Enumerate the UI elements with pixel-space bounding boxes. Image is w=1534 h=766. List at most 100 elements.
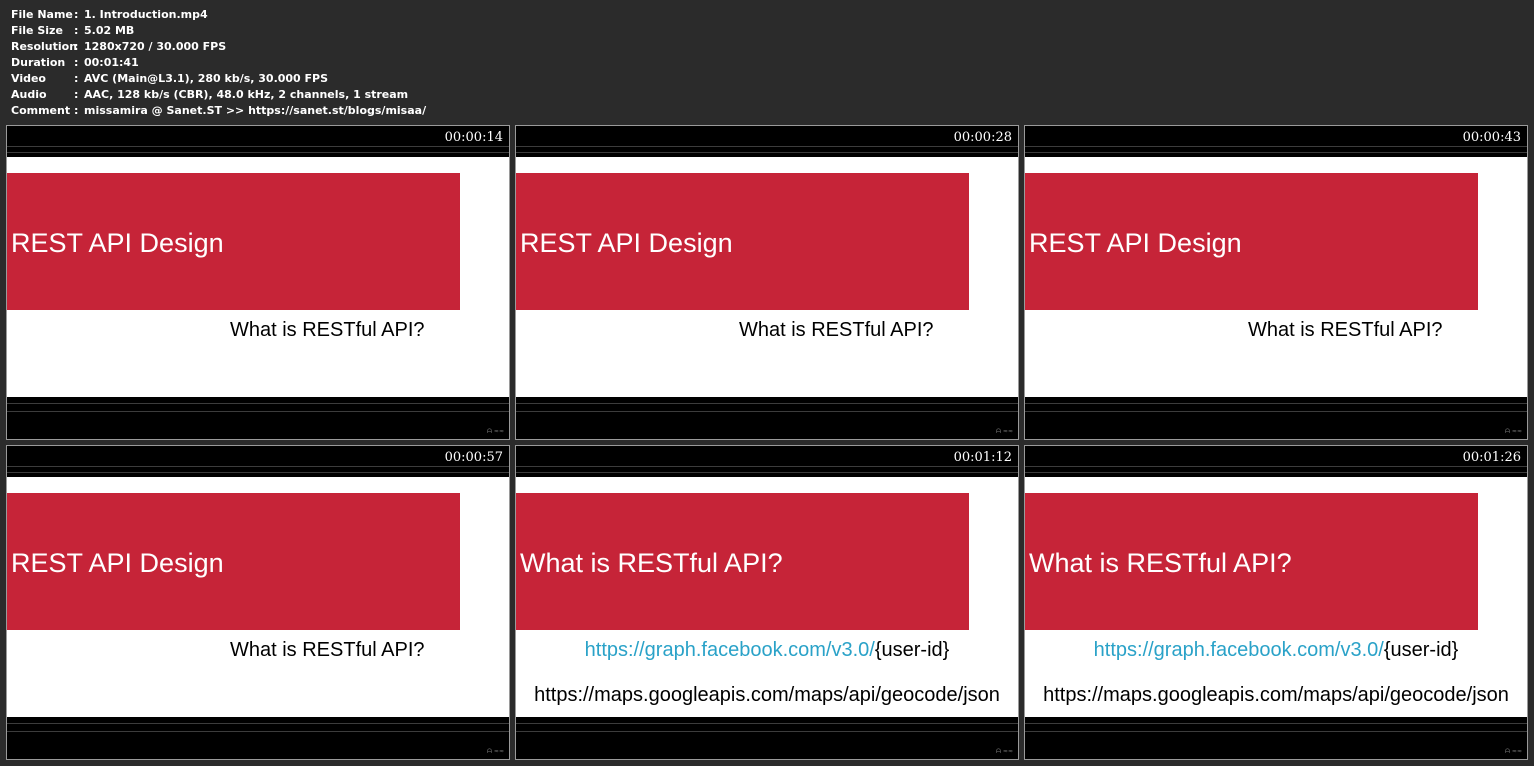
facebook-url-link: https://graph.facebook.com/v3.0/	[1093, 639, 1384, 661]
info-separator: :	[74, 72, 79, 85]
slide: What is RESTful API? https://graph.faceb…	[1025, 477, 1527, 717]
letterbox-bottom: ᗩ ≈≈	[1025, 397, 1527, 439]
slide: REST API Design What is RESTful API?	[7, 477, 509, 717]
info-separator: :	[74, 40, 79, 53]
divider	[7, 466, 509, 467]
divider	[516, 731, 1018, 732]
banner-title: REST API Design	[11, 548, 224, 578]
divider	[516, 472, 1018, 473]
letterbox-bottom: ᗩ ≈≈	[7, 717, 509, 759]
slide-subtitle: What is RESTful API?	[739, 319, 934, 341]
udemy-logo-icon: ᗩ ≈≈	[996, 748, 1013, 755]
divider	[516, 403, 1018, 404]
divider	[7, 731, 509, 732]
timestamp: 00:01:12	[953, 450, 1012, 465]
info-key: Duration	[11, 56, 66, 69]
user-id-param: {user-id}	[1383, 639, 1459, 661]
banner-title: REST API Design	[11, 228, 224, 258]
timestamp: 00:01:26	[1462, 450, 1521, 465]
thumbnail-3: 00:00:43 REST API Design What is RESTful…	[1024, 125, 1528, 440]
facebook-url-link: https://graph.facebook.com/v3.0/	[584, 639, 875, 661]
info-row-audio: Audio : AAC, 128 kb/s (CBR), 48.0 kHz, 2…	[11, 87, 426, 103]
banner-title: What is RESTful API?	[1029, 548, 1292, 578]
thumbnail-2: 00:00:28 REST API Design What is RESTful…	[515, 125, 1019, 440]
divider	[1025, 411, 1527, 412]
divider	[516, 723, 1018, 724]
divider	[516, 146, 1018, 147]
slide-banner: REST API Design	[7, 493, 460, 630]
info-key: Comment	[11, 104, 71, 117]
divider	[7, 146, 509, 147]
info-row-resolution: Resolution : 1280x720 / 30.000 FPS	[11, 39, 426, 55]
divider	[7, 472, 509, 473]
info-value: 00:01:41	[84, 56, 139, 69]
divider	[1025, 403, 1527, 404]
info-separator: :	[74, 104, 79, 117]
info-value: 1. Introduction.mp4	[84, 8, 208, 21]
divider	[516, 152, 1018, 153]
timestamp: 00:00:28	[953, 130, 1012, 145]
info-value: 5.02 MB	[84, 24, 135, 37]
slide-subtitle: What is RESTful API?	[1248, 319, 1443, 341]
info-row-video: Video : AVC (Main@L3.1), 280 kb/s, 30.00…	[11, 71, 426, 87]
info-separator: :	[74, 88, 79, 101]
thumbnail-6: 00:01:26 What is RESTful API? https://gr…	[1024, 445, 1528, 760]
slide-banner: REST API Design	[1025, 173, 1478, 310]
divider	[1025, 466, 1527, 467]
slide-banner: What is RESTful API?	[1025, 493, 1478, 630]
info-value: 1280x720 / 30.000 FPS	[84, 40, 227, 53]
divider	[1025, 472, 1527, 473]
info-key: Video	[11, 72, 46, 85]
thumbnail-4: 00:00:57 REST API Design What is RESTful…	[6, 445, 510, 760]
udemy-logo-icon: ᗩ ≈≈	[487, 748, 504, 755]
timestamp: 00:00:57	[444, 450, 503, 465]
timestamp: 00:00:43	[1462, 130, 1521, 145]
slide: REST API Design What is RESTful API?	[516, 157, 1018, 397]
timestamp: 00:00:14	[444, 130, 503, 145]
divider	[7, 411, 509, 412]
slide: REST API Design What is RESTful API?	[1025, 157, 1527, 397]
slide-banner: REST API Design	[7, 173, 460, 310]
udemy-logo-icon: ᗩ ≈≈	[1505, 748, 1522, 755]
divider	[7, 152, 509, 153]
slide: What is RESTful API? https://graph.faceb…	[516, 477, 1018, 717]
letterbox-bottom: ᗩ ≈≈	[7, 397, 509, 439]
info-row-duration: Duration : 00:01:41	[11, 55, 426, 71]
slide-subtitle: What is RESTful API?	[230, 639, 425, 661]
slide-subtitle: What is RESTful API?	[230, 319, 425, 341]
divider	[1025, 731, 1527, 732]
divider	[516, 411, 1018, 412]
info-key: Audio	[11, 88, 47, 101]
facebook-url-line: https://graph.facebook.com/v3.0/{user-id…	[1025, 639, 1527, 662]
google-maps-url: https://maps.googleapis.com/maps/api/geo…	[1043, 684, 1509, 706]
slide: REST API Design What is RESTful API?	[7, 157, 509, 397]
file-info-panel: File Name : 1. Introduction.mp4 File Siz…	[11, 7, 426, 119]
divider	[7, 403, 509, 404]
divider	[1025, 152, 1527, 153]
info-row-file-size: File Size : 5.02 MB	[11, 23, 426, 39]
banner-title: What is RESTful API?	[520, 548, 783, 578]
letterbox-bottom: ᗩ ≈≈	[1025, 717, 1527, 759]
facebook-url-line: https://graph.facebook.com/v3.0/{user-id…	[516, 639, 1018, 662]
udemy-logo-icon: ᗩ ≈≈	[996, 428, 1013, 435]
divider	[7, 723, 509, 724]
google-maps-url: https://maps.googleapis.com/maps/api/geo…	[534, 684, 1000, 706]
info-separator: :	[74, 24, 79, 37]
slide-banner: REST API Design	[516, 173, 969, 310]
divider	[516, 466, 1018, 467]
divider	[1025, 146, 1527, 147]
udemy-logo-icon: ᗩ ≈≈	[1505, 428, 1522, 435]
info-key: Resolution	[11, 40, 78, 53]
banner-title: REST API Design	[1029, 228, 1242, 258]
info-row-comment: Comment : missamira @ Sanet.ST >> https:…	[11, 103, 426, 119]
divider	[1025, 723, 1527, 724]
user-id-param: {user-id}	[874, 639, 950, 661]
udemy-logo-icon: ᗩ ≈≈	[487, 428, 504, 435]
info-separator: :	[74, 56, 79, 69]
letterbox-bottom: ᗩ ≈≈	[516, 717, 1018, 759]
info-value: missamira @ Sanet.ST >> https://sanet.st…	[84, 104, 427, 117]
slide-banner: What is RESTful API?	[516, 493, 969, 630]
info-value: AVC (Main@L3.1), 280 kb/s, 30.000 FPS	[84, 72, 329, 85]
thumbnail-5: 00:01:12 What is RESTful API? https://gr…	[515, 445, 1019, 760]
info-value: AAC, 128 kb/s (CBR), 48.0 kHz, 2 channel…	[84, 88, 409, 101]
